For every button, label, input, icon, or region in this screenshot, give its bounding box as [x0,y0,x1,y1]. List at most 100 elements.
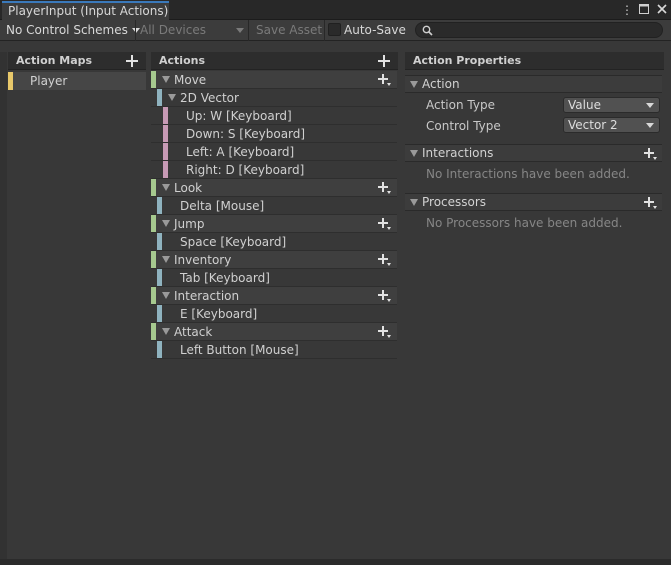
action-map-player[interactable]: Player [8,72,146,90]
map-indicator [8,72,13,90]
save-asset-button[interactable]: Save Asset [256,20,322,40]
action-section-header[interactable]: Action [405,75,662,93]
binding-indicator [157,305,162,322]
expand-arrow-icon[interactable] [168,94,176,101]
binding-label: Tab [Keyboard] [180,271,270,285]
binding-label: Space [Keyboard] [180,235,287,249]
part-indicator [163,125,168,142]
add-interaction-icon[interactable] [644,148,658,160]
left-edge-strip [0,52,7,559]
part-label: Down: S [Keyboard] [186,127,306,141]
search-icon [422,25,433,36]
binding-indicator [157,89,162,106]
collapse-arrow-icon[interactable] [410,199,418,206]
action-label: Jump [174,217,205,231]
properties-title: Action Properties [413,54,522,67]
binding-label: Left Button [Mouse] [180,343,299,357]
action-type-label: Action Type [426,98,495,112]
processors-section-header[interactable]: Processors [405,193,662,211]
action-row-attack[interactable]: Attack [151,323,397,341]
binding-row-tab[interactable]: Tab [Keyboard] [151,269,397,287]
action-label: Look [174,181,203,195]
binding-indicator [157,341,162,358]
action-row-interaction[interactable]: Interaction [151,287,397,305]
add-action-map-icon[interactable] [126,55,138,67]
control-type-dropdown[interactable]: Vector 2 [563,117,660,133]
add-binding-icon[interactable] [378,182,392,194]
action-indicator [151,323,156,340]
add-binding-icon[interactable] [378,218,392,230]
part-row-right[interactable]: Right: D [Keyboard] [151,161,397,179]
action-row-jump[interactable]: Jump [151,215,397,233]
more-vert-icon[interactable]: ⋮ [621,3,633,17]
expand-arrow-icon[interactable] [162,256,170,263]
close-icon[interactable] [657,3,667,17]
chevron-down-icon [646,103,654,108]
action-indicator [151,179,156,196]
maximize-icon[interactable] [639,3,649,17]
binding-row-left-button[interactable]: Left Button [Mouse] [151,341,397,359]
control-scheme-dropdown[interactable]: No Control Schemes [6,20,140,40]
add-processor-icon[interactable] [644,197,658,209]
action-section-label: Action [422,77,460,91]
actions-title: Actions [159,54,205,67]
part-row-up[interactable]: Up: W [Keyboard] [151,107,397,125]
expand-arrow-icon[interactable] [162,76,170,83]
action-map-label: Player [30,74,68,88]
action-properties-panel: Action Properties Action Action Type Val… [405,52,664,560]
expand-arrow-icon[interactable] [162,328,170,335]
action-indicator [151,71,156,88]
binding-label: E [Keyboard] [180,307,258,321]
action-indicator [151,215,156,232]
part-row-left[interactable]: Left: A [Keyboard] [151,143,397,161]
window-controls: ⋮ [621,1,667,19]
action-indicator [151,251,156,268]
binding-indicator [157,197,162,214]
collapse-arrow-icon[interactable] [410,81,418,88]
expand-arrow-icon[interactable] [162,184,170,191]
expand-arrow-icon[interactable] [162,220,170,227]
action-label: Inventory [174,253,232,267]
composite-row-2d-vector[interactable]: 2D Vector [151,89,397,107]
action-row-look[interactable]: Look [151,179,397,197]
binding-row-space[interactable]: Space [Keyboard] [151,233,397,251]
bottom-edge [0,559,671,565]
add-binding-icon[interactable] [378,74,392,86]
processors-empty-note: No Processors have been added. [426,216,623,230]
add-binding-icon[interactable] [378,326,392,338]
add-binding-icon[interactable] [378,254,392,266]
interactions-section-header[interactable]: Interactions [405,144,662,162]
devices-label: All Devices [140,23,206,37]
action-type-dropdown[interactable]: Value [563,97,660,113]
action-maps-panel: Action Maps Player [8,52,146,560]
window-tab[interactable]: PlayerInput (Input Actions) [2,1,169,20]
search-input[interactable] [415,22,663,38]
actions-header: Actions [151,52,398,70]
binding-row-delta-mouse[interactable]: Delta [Mouse] [151,197,397,215]
toolbar-divider [135,20,136,41]
collapse-arrow-icon[interactable] [410,150,418,157]
action-row-move[interactable]: Move [151,71,397,89]
devices-dropdown[interactable]: All Devices [140,20,244,40]
auto-save-checkbox[interactable] [328,23,341,36]
part-row-down[interactable]: Down: S [Keyboard] [151,125,397,143]
interactions-section-label: Interactions [422,146,494,160]
part-label: Up: W [Keyboard] [186,109,292,123]
auto-save-label: Auto-Save [344,23,406,37]
add-action-icon[interactable] [378,55,390,67]
binding-row-e[interactable]: E [Keyboard] [151,305,397,323]
interactions-empty-note: No Interactions have been added. [426,167,630,181]
add-binding-icon[interactable] [378,290,392,302]
window-titlebar: PlayerInput (Input Actions) ⋮ [0,0,671,20]
binding-indicator [157,269,162,286]
action-label: Move [174,73,207,87]
part-indicator [163,107,168,124]
action-type-value: Value [568,98,601,112]
expand-arrow-icon[interactable] [162,292,170,299]
action-row-inventory[interactable]: Inventory [151,251,397,269]
control-type-label: Control Type [426,119,501,133]
toolbar: No Control Schemes All Devices Save Asse… [0,20,671,41]
toolbar-divider [324,20,325,41]
chevron-down-icon [646,123,654,128]
action-label: Interaction [174,289,240,303]
